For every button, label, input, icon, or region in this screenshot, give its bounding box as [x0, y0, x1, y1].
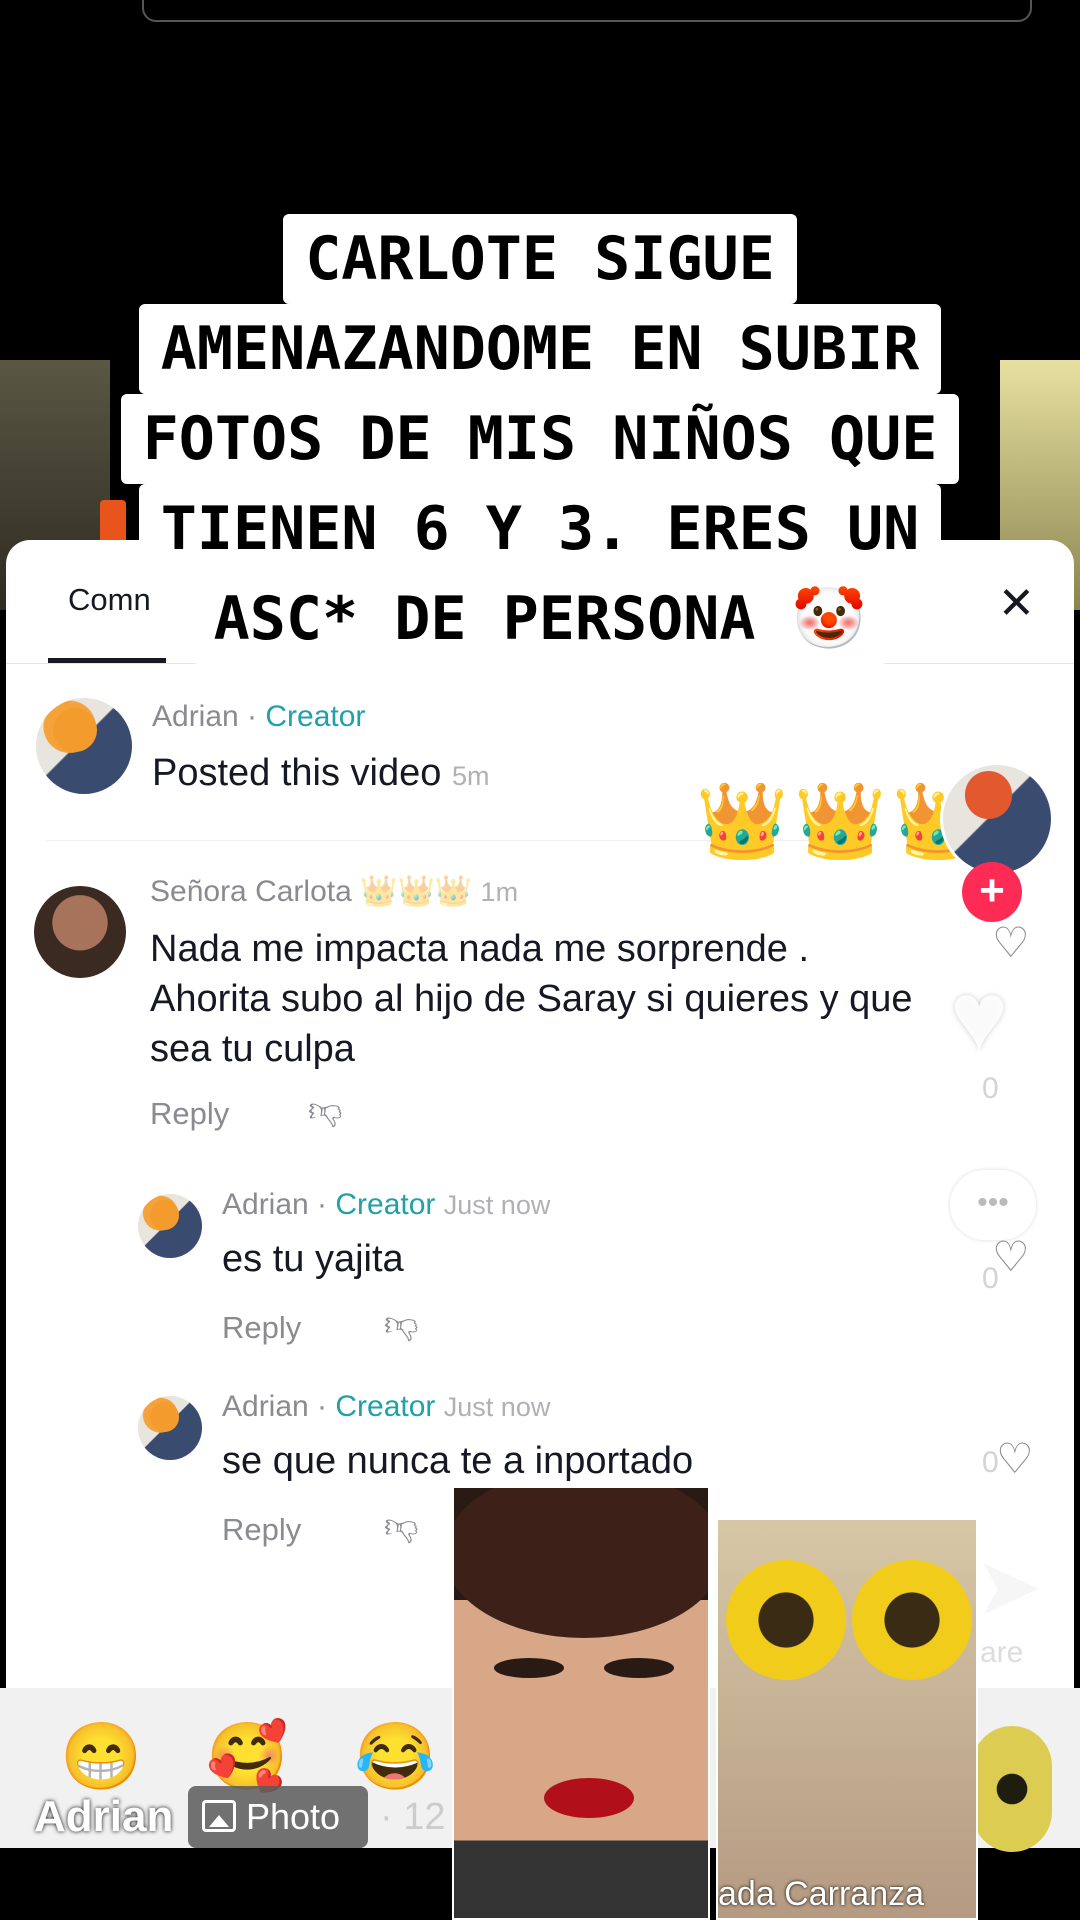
comment-time: 5m: [451, 761, 490, 791]
emoji-laugh-button[interactable]: 😂: [354, 1718, 436, 1796]
creator-badge: Creator: [265, 700, 366, 733]
video-caption: CARLOTE SIGUE AMENAZANDOME EN SUBIR FOTO…: [0, 214, 1080, 664]
caption-line: ASC* DE PERSONA 🤡: [191, 574, 889, 664]
eye-shape: [604, 1658, 674, 1678]
dislike-icon[interactable]: 👎︎: [384, 1304, 419, 1345]
comment-time: Just now: [443, 1190, 551, 1220]
photo-caption: ada Carranza: [718, 1875, 925, 1913]
avatar[interactable]: [138, 1396, 202, 1460]
creator-badge: Creator: [335, 1188, 436, 1221]
avatar[interactable]: [34, 886, 126, 978]
comment-author[interactable]: Adrian: [222, 1188, 309, 1221]
separator: ·: [308, 1390, 336, 1423]
crown-badge: 👑👑👑: [360, 875, 473, 908]
dislike-icon[interactable]: 👎︎: [308, 1090, 343, 1131]
emoji-love-button[interactable]: 🥰: [206, 1718, 288, 1796]
comment-bubble-icon[interactable]: •••: [950, 1170, 1036, 1240]
caption-line: TIENEN 6 Y 3. ERES UN: [138, 484, 942, 574]
photo-icon: [202, 1800, 236, 1832]
sticker-photo-left: [452, 1486, 710, 1920]
comment-author-line: Señora Carlota 👑👑👑 1m: [150, 874, 518, 909]
photo-badge: Photo: [188, 1786, 368, 1848]
comment-author[interactable]: Adrian: [152, 700, 239, 733]
avatar[interactable]: [138, 1194, 202, 1258]
separator: ·: [238, 700, 266, 733]
comment-body: Posted this video: [152, 752, 442, 794]
caption-line: FOTOS DE MIS NIÑOS QUE: [120, 394, 960, 484]
comment-time: 1m: [480, 877, 519, 907]
comment-text: es tu yajita: [222, 1238, 404, 1280]
video-author-name[interactable]: Adrian: [34, 1792, 173, 1842]
comment-text: Nada me impacta nada me sorprende . Ahor…: [150, 928, 913, 1070]
video-like-icon[interactable]: ♥: [950, 960, 1008, 1073]
caption-line: AMENAZANDOME EN SUBIR: [138, 304, 942, 394]
like-count: 0: [982, 1262, 999, 1295]
comment-author-line: Adrian · Creator Just now: [222, 1390, 550, 1424]
reply-button[interactable]: Reply: [222, 1512, 301, 1548]
angry-face-icon: [149, 1402, 179, 1432]
angry-face-icon: [964, 771, 1013, 819]
comment-author[interactable]: Señora Carlota: [150, 875, 352, 908]
separator: ·: [308, 1188, 336, 1221]
avatar[interactable]: [36, 698, 132, 794]
eye-shape: [494, 1658, 564, 1678]
creator-badge: Creator: [335, 1390, 436, 1423]
like-heart-icon[interactable]: ♡: [996, 1434, 1034, 1483]
footer-meta: · 12: [380, 1796, 446, 1838]
comment-author-line: Adrian · Creator: [152, 700, 365, 734]
follow-button[interactable]: +: [962, 862, 1022, 922]
hair-shape: [454, 1488, 708, 1638]
caption-line: CARLOTE SIGUE: [283, 214, 797, 304]
comment-author-line: Adrian · Creator Just now: [222, 1188, 550, 1222]
top-search-bar[interactable]: [142, 0, 1032, 22]
sticker-photo-right: ada Carranza: [716, 1518, 978, 1920]
lips-shape: [544, 1778, 634, 1818]
comment-author[interactable]: Adrian: [222, 1390, 309, 1423]
comment-text: se que nunca te a inportado: [222, 1440, 694, 1482]
share-label: are: [980, 1636, 1024, 1669]
photo-label: Photo: [246, 1796, 341, 1837]
angry-face-icon: [53, 707, 98, 752]
sunflower-glasses-icon: [726, 1560, 846, 1680]
creator-avatar[interactable]: [940, 762, 1054, 876]
comment-text: Posted this video 5m: [152, 748, 489, 801]
share-icon[interactable]: ➤: [975, 1540, 1042, 1633]
reply-button[interactable]: Reply: [150, 1096, 229, 1132]
comment-time: Just now: [443, 1392, 551, 1422]
like-count: 0: [982, 1072, 999, 1105]
emoji-grin-button[interactable]: 😁: [60, 1718, 142, 1796]
music-disc-icon[interactable]: [972, 1726, 1052, 1852]
reply-button[interactable]: Reply: [222, 1310, 301, 1346]
sunflower-glasses-icon: [852, 1560, 972, 1680]
dislike-icon[interactable]: 👎︎: [384, 1506, 419, 1547]
angry-face-icon: [149, 1200, 179, 1230]
